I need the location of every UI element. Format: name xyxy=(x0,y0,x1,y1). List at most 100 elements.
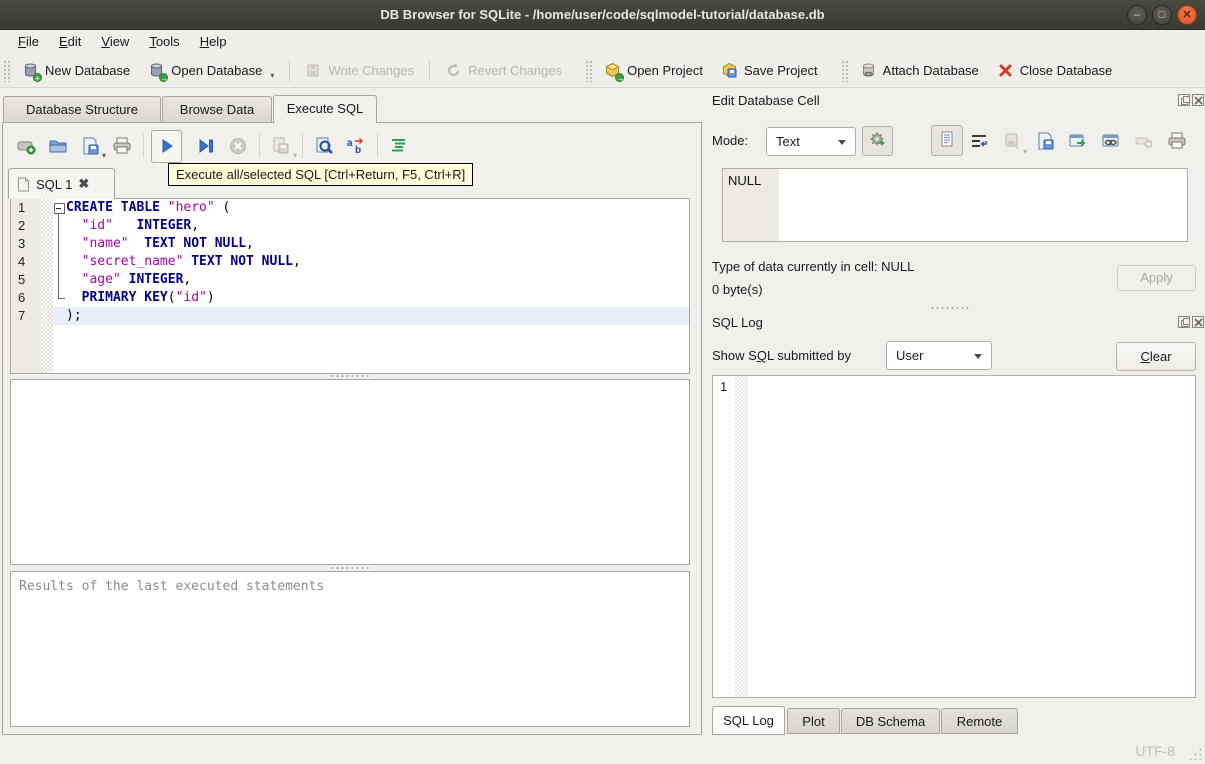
results-message-pane: Results of the last executed statements xyxy=(10,571,690,727)
fold-margin xyxy=(41,271,53,289)
auto-switch-mode-button[interactable] xyxy=(862,126,893,156)
resize-grip[interactable] xyxy=(1188,747,1201,760)
open-database-dropdown-icon[interactable]: ▾ xyxy=(270,71,274,80)
write-changes-button[interactable]: Write Changes xyxy=(296,58,423,83)
toolbar-drag-handle[interactable] xyxy=(840,59,848,82)
tab-database-structure[interactable]: Database Structure xyxy=(3,96,161,123)
attach-database-button[interactable]: Attach Database xyxy=(851,58,988,83)
line-number: 5 xyxy=(11,271,41,289)
new-database-button[interactable]: + New Database xyxy=(13,58,139,83)
line-number: 3 xyxy=(11,235,41,253)
main-toolbar: + New Database → Open Database ▾ Write C… xyxy=(0,54,1205,88)
menu-tools[interactable]: Tools xyxy=(139,30,189,54)
save-sql-file-icon[interactable]: ▾ xyxy=(76,132,106,160)
apply-button[interactable]: Apply xyxy=(1117,265,1196,291)
close-database-button[interactable]: Close Database xyxy=(988,58,1122,83)
code-line[interactable]: 4 "secret_name" TEXT NOT NULL, xyxy=(11,253,689,271)
execute-all-icon[interactable] xyxy=(151,129,182,163)
splitter-handle[interactable] xyxy=(330,374,370,378)
menu-view[interactable]: View xyxy=(91,30,139,54)
fold-marker-icon[interactable] xyxy=(53,199,66,217)
open-project-icon: → xyxy=(604,62,625,83)
new-database-icon: + xyxy=(22,62,42,83)
menu-file[interactable]: File xyxy=(8,30,49,54)
toolbar-drag-handle[interactable] xyxy=(3,59,10,82)
code-line[interactable]: 6 PRIMARY KEY("id") xyxy=(11,289,689,307)
code-line[interactable]: 2 "id" INTEGER, xyxy=(11,217,689,235)
cell-size-text: 0 byte(s) xyxy=(712,282,763,297)
cell-type-text: Type of data currently in cell: NULL xyxy=(712,259,915,274)
app-window: DB Browser for SQLite - /home/user/code/… xyxy=(0,0,1205,764)
close-icon[interactable]: ✖ xyxy=(78,176,89,192)
import-icon[interactable]: ▾ xyxy=(999,128,1027,156)
fold-marker-icon xyxy=(53,289,66,307)
link-icon[interactable] xyxy=(1098,128,1124,154)
tab-browse-data[interactable]: Browse Data xyxy=(162,96,272,123)
sql-code-editor[interactable]: 1 CREATE TABLE "hero" (2 "id" INTEGER, 3 "… xyxy=(10,198,690,374)
print-icon[interactable] xyxy=(108,132,136,160)
code-line[interactable]: 1 CREATE TABLE "hero" ( xyxy=(11,199,689,217)
line-number: 6 xyxy=(11,289,41,307)
code-line[interactable]: 3 "name" TEXT NOT NULL, xyxy=(11,235,689,253)
dock-float-icon[interactable] xyxy=(1178,316,1190,328)
stop-icon[interactable] xyxy=(224,132,252,160)
minimize-button[interactable]: – xyxy=(1127,5,1147,25)
dock-float-icon[interactable] xyxy=(1178,94,1190,106)
sql-editor-tab[interactable]: SQL 1 ✖ xyxy=(8,168,115,199)
menu-edit[interactable]: Edit xyxy=(49,30,91,54)
open-sql-file-icon[interactable] xyxy=(44,132,72,160)
apply-changes-icon[interactable] xyxy=(1065,128,1091,154)
tab-sql-log[interactable]: SQL Log xyxy=(712,706,785,735)
menu-help[interactable]: Help xyxy=(190,30,237,54)
write-changes-icon xyxy=(305,62,322,79)
log-fold-margin xyxy=(735,376,748,697)
revert-changes-button[interactable]: Revert Changes xyxy=(436,58,571,83)
tab-plot[interactable]: Plot xyxy=(787,708,840,734)
find-replace-icon[interactable]: ab xyxy=(342,132,370,160)
tab-db-schema[interactable]: DB Schema xyxy=(841,708,940,734)
title-bar[interactable]: DB Browser for SQLite - /home/user/code/… xyxy=(0,0,1205,30)
cell-editor[interactable]: NULL xyxy=(722,168,1188,242)
close-button[interactable]: ✕ xyxy=(1177,5,1197,25)
clear-button[interactable]: Clear xyxy=(1116,342,1196,371)
sql-file-icon xyxy=(17,177,30,192)
maximize-button[interactable]: □ xyxy=(1152,5,1172,25)
code-text: "id" INTEGER, xyxy=(81,218,200,233)
code-line[interactable]: 5 "age" INTEGER, xyxy=(11,271,689,289)
tab-execute-sql[interactable]: Execute SQL xyxy=(273,95,377,123)
dock-close-icon[interactable] xyxy=(1192,316,1204,328)
toolbar-separator xyxy=(377,134,378,158)
find-icon[interactable] xyxy=(310,132,338,160)
window-title: DB Browser for SQLite - /home/user/code/… xyxy=(380,7,825,22)
tab-remote[interactable]: Remote xyxy=(941,708,1018,734)
mode-select[interactable]: Text xyxy=(766,127,856,156)
print-icon[interactable] xyxy=(1164,128,1190,154)
line-number: 4 xyxy=(11,253,41,271)
set-null-icon[interactable] xyxy=(1131,128,1157,154)
open-project-button[interactable]: → Open Project xyxy=(595,58,712,83)
sql-toolbar: ▾ ▾ ab xyxy=(10,128,415,164)
save-results-icon[interactable]: ▾ xyxy=(267,132,297,160)
editor-empty-area[interactable] xyxy=(11,325,689,373)
splitter-handle[interactable] xyxy=(330,566,370,570)
open-database-icon: → xyxy=(148,62,169,83)
dock-close-icon[interactable] xyxy=(1192,94,1204,106)
line-number: 7 xyxy=(11,307,41,325)
open-tab-icon[interactable] xyxy=(12,132,40,160)
word-wrap-icon[interactable] xyxy=(966,128,992,154)
code-line[interactable]: 7); xyxy=(11,307,689,325)
log-line-number: 1 xyxy=(720,379,728,394)
format-icon[interactable] xyxy=(385,132,413,160)
splitter-handle[interactable] xyxy=(930,306,970,310)
sql-log-view[interactable]: 1 xyxy=(712,375,1196,698)
open-database-button[interactable]: → Open Database ▾ xyxy=(139,58,283,83)
execute-line-icon[interactable] xyxy=(192,132,220,160)
edit-cell-title: Edit Database Cell xyxy=(712,93,820,108)
gear-icon xyxy=(869,131,887,152)
save-project-button[interactable]: Save Project xyxy=(712,58,827,83)
export-icon[interactable] xyxy=(1032,128,1058,154)
toolbar-drag-handle[interactable] xyxy=(585,59,593,82)
text-document-button[interactable] xyxy=(931,125,963,156)
toolbar-separator xyxy=(289,59,291,82)
log-filter-select[interactable]: User xyxy=(886,341,992,370)
